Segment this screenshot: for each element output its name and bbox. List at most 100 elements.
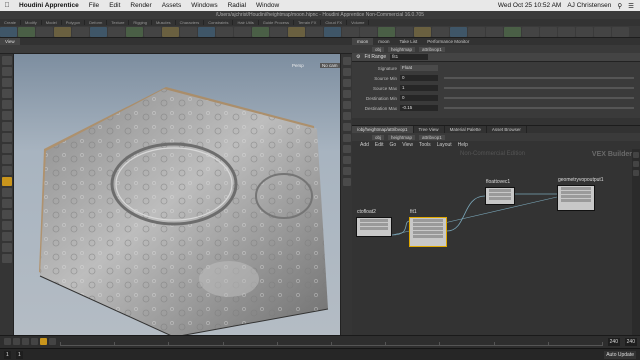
breadcrumb-segment[interactable]: attribvop1 xyxy=(419,134,445,140)
display-option-icon[interactable] xyxy=(342,156,351,164)
rotate-tool-icon[interactable] xyxy=(1,78,12,87)
source-max-field[interactable]: 1 xyxy=(400,85,438,91)
network-tool-icon[interactable] xyxy=(633,161,639,167)
tab-view[interactable]: View xyxy=(0,38,20,45)
shelf-tool-icon[interactable] xyxy=(468,26,485,37)
misc-tool-icon[interactable] xyxy=(1,243,12,252)
breadcrumb-segment[interactable]: heightmap xyxy=(388,134,416,140)
node-ctofloat[interactable]: ctofloat2 xyxy=(356,209,392,237)
shelf-tool-icon[interactable] xyxy=(288,26,305,37)
node-port[interactable] xyxy=(413,235,443,238)
shelf-tool-icon[interactable] xyxy=(18,26,35,37)
tab-material-palette[interactable]: Material Palette xyxy=(445,126,487,133)
shelf-tool-icon[interactable] xyxy=(432,26,449,37)
shelf-tab[interactable]: Muscles xyxy=(152,20,176,25)
dest-min-slider[interactable] xyxy=(444,97,634,99)
shelf-tool-icon[interactable] xyxy=(306,26,323,37)
active-tool-icon[interactable] xyxy=(1,177,12,186)
shelf-tab[interactable]: Cloud FX xyxy=(321,20,348,25)
menu-window[interactable]: Window xyxy=(251,2,284,9)
view-tool-icon[interactable] xyxy=(1,122,12,131)
dest-max-slider[interactable] xyxy=(444,107,634,109)
breadcrumb-segment[interactable]: obj xyxy=(372,46,385,52)
node-port[interactable] xyxy=(561,191,591,194)
menu-windows[interactable]: Windows xyxy=(186,2,222,9)
node-port[interactable] xyxy=(489,193,511,196)
node-port[interactable] xyxy=(489,197,511,200)
network-editor[interactable]: Non-Commercial Edition VEX Builder float… xyxy=(352,149,640,335)
shelf-tool-icon[interactable] xyxy=(54,26,71,37)
3d-viewport[interactable] xyxy=(14,54,340,335)
persp-menu[interactable]: Persp xyxy=(292,63,304,68)
shelf-tool-icon[interactable] xyxy=(360,26,377,37)
node-floattovec[interactable]: floattovec1 xyxy=(485,179,515,205)
shelf-tool-icon[interactable] xyxy=(324,26,341,37)
menu-render[interactable]: Render xyxy=(125,2,156,9)
dest-max-field[interactable]: -0.15 xyxy=(400,105,438,111)
signature-dropdown[interactable]: Float xyxy=(400,65,438,71)
menu-go[interactable]: Go xyxy=(390,142,397,148)
display-option-icon[interactable] xyxy=(342,134,351,142)
move-tool-icon[interactable] xyxy=(1,67,12,76)
shelf-tool-icon[interactable] xyxy=(540,26,557,37)
shelf-tab[interactable]: Deform xyxy=(85,20,108,25)
node-geometryvopoutput[interactable]: geometryvopoutput1 xyxy=(557,177,604,211)
menu-layout[interactable]: Layout xyxy=(437,142,452,148)
node-port[interactable] xyxy=(413,231,443,234)
apple-icon[interactable]:  xyxy=(0,2,14,9)
shelf-tool-icon[interactable] xyxy=(522,26,539,37)
shelf-tool-icon[interactable] xyxy=(270,26,287,37)
shelf-tab[interactable]: Characters xyxy=(176,20,205,25)
tab-params[interactable]: moon xyxy=(352,38,374,45)
menu-view[interactable]: View xyxy=(402,142,413,148)
display-option-icon[interactable] xyxy=(342,57,351,65)
lights-tool-icon[interactable] xyxy=(1,199,12,208)
shelf-tab[interactable]: Polygon xyxy=(62,20,86,25)
node-port[interactable] xyxy=(561,195,591,198)
source-max-slider[interactable] xyxy=(444,87,634,89)
shelf-tool-icon[interactable] xyxy=(342,26,359,37)
node-port[interactable] xyxy=(561,187,591,190)
handle-tool-icon[interactable] xyxy=(1,100,12,109)
menu-edit[interactable]: Edit xyxy=(104,2,125,9)
menu-radial[interactable]: Radial xyxy=(223,2,251,9)
node-port[interactable] xyxy=(413,227,443,230)
shelf-tab[interactable]: Rigging xyxy=(129,20,152,25)
tab-network[interactable]: /obj/heightmap/attribvop1 xyxy=(352,126,414,133)
auto-update-button[interactable]: Auto Update xyxy=(604,351,636,359)
shelf-tool-icon[interactable] xyxy=(612,26,629,37)
snap-tool-icon[interactable] xyxy=(1,166,12,175)
shelf-tool-icon[interactable] xyxy=(576,26,593,37)
sculpt-tool-icon[interactable] xyxy=(1,155,12,164)
shelf-tool-icon[interactable] xyxy=(90,26,107,37)
shelf-tool-icon[interactable] xyxy=(234,26,251,37)
shelf-tab[interactable]: Create xyxy=(0,20,22,25)
shelf-tab[interactable]: Volume xyxy=(347,20,370,25)
node-port[interactable] xyxy=(360,223,388,226)
display-option-icon[interactable] xyxy=(342,167,351,175)
node-port[interactable] xyxy=(413,223,443,226)
display-option-icon[interactable] xyxy=(342,79,351,87)
node-port[interactable] xyxy=(360,227,388,230)
tab-take-list[interactable]: Take List xyxy=(395,38,423,45)
menu-tools[interactable]: Tools xyxy=(419,142,431,148)
shelf-tool-icon[interactable] xyxy=(486,26,503,37)
end-frame[interactable]: 240 xyxy=(607,338,620,346)
search-icon[interactable]: ⚲ xyxy=(617,2,622,10)
shelf-tool-icon[interactable] xyxy=(144,26,161,37)
play-icon[interactable] xyxy=(40,338,47,345)
grid-tool-icon[interactable] xyxy=(1,188,12,197)
menu-app-name[interactable]: Houdini Apprentice xyxy=(14,2,84,9)
display-option-icon[interactable] xyxy=(342,123,351,131)
camera-tool-icon[interactable] xyxy=(1,210,12,219)
node-port[interactable] xyxy=(489,189,511,192)
shelf-tool-icon[interactable] xyxy=(414,26,431,37)
shelf-tool-icon[interactable] xyxy=(0,26,17,37)
frame-ruler[interactable] xyxy=(60,339,603,346)
display-option-icon[interactable] xyxy=(342,145,351,153)
shelf-tool-icon[interactable] xyxy=(378,26,395,37)
user-name[interactable]: AJ Christensen xyxy=(567,2,611,9)
stop-icon[interactable] xyxy=(31,338,38,345)
tab-params-2[interactable]: moon xyxy=(373,38,394,45)
shelf-tab[interactable]: Model xyxy=(42,20,62,25)
